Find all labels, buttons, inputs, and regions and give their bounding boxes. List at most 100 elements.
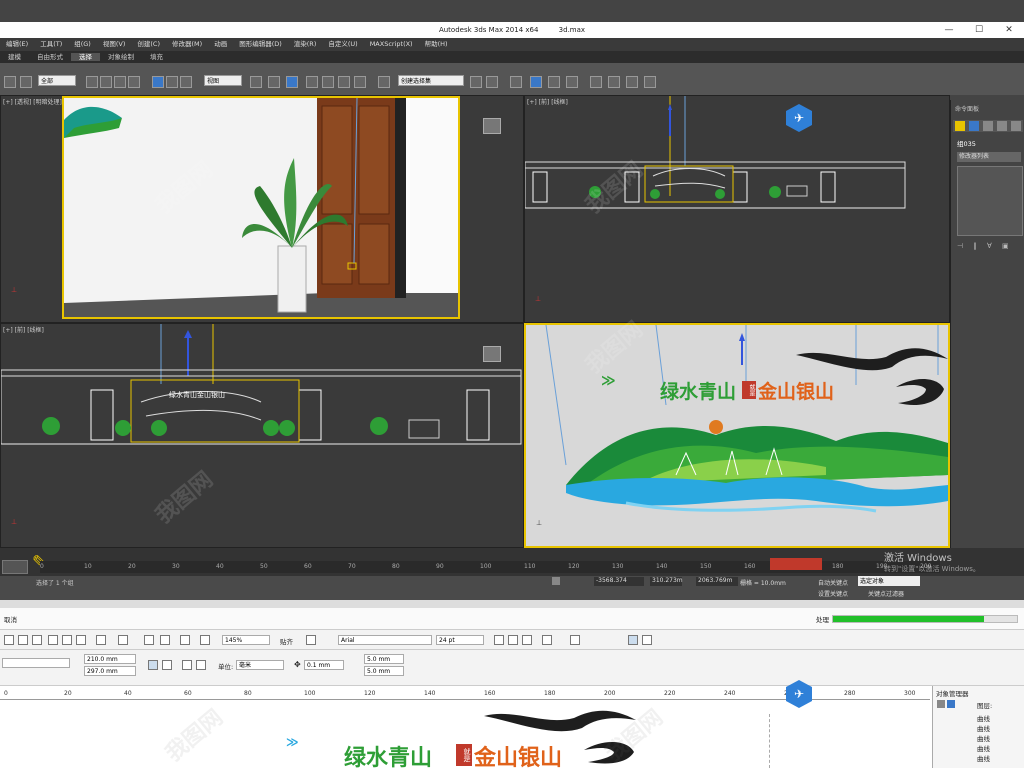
modifier-stack[interactable] (957, 166, 1023, 236)
landscape-icon[interactable] (162, 660, 172, 670)
select-rotate-icon[interactable] (166, 76, 178, 88)
undo-icon[interactable] (96, 635, 106, 645)
viewport-front-bottom[interactable]: [+] [前] [线框] ⊥ 绿水青山金山银山 (0, 323, 524, 548)
viewport-active-render[interactable]: ≫ ⊥ 绿水青山 就是 金山银山 (524, 323, 950, 548)
all-pages-icon[interactable] (182, 660, 192, 670)
duplicate-y-input[interactable]: 5.0 mm (364, 666, 404, 676)
menu-group[interactable]: 组(G) (74, 40, 91, 48)
object-item[interactable]: 曲线 (977, 724, 990, 734)
menu-modifiers[interactable]: 修改器(M) (172, 40, 202, 48)
window-crossing-icon[interactable] (128, 76, 140, 88)
spinner-snap-icon[interactable] (354, 76, 366, 88)
app-launcher-icon[interactable] (200, 635, 210, 645)
tab-selection[interactable]: 选择 (71, 53, 100, 61)
font-size-select[interactable]: 24 pt (436, 635, 484, 645)
render-setup-icon[interactable] (608, 76, 620, 88)
viewcube-icon[interactable] (483, 346, 501, 362)
options-icon[interactable] (306, 635, 316, 645)
underline-icon[interactable] (522, 635, 532, 645)
menu-graph-editors[interactable]: 图形编辑器(D) (239, 40, 282, 48)
keyboard-shortcut-icon[interactable] (286, 76, 298, 88)
select-scale-icon[interactable] (180, 76, 192, 88)
viewport-front-top[interactable]: [+] [前] [线框] ⊥ (524, 95, 950, 323)
cut-icon[interactable] (48, 635, 58, 645)
snaps-toggle-icon[interactable] (306, 76, 318, 88)
selection-filter-select[interactable]: 全部 (38, 75, 76, 86)
viewcube-icon[interactable] (483, 118, 501, 134)
paste-icon[interactable] (76, 635, 86, 645)
cancel-button[interactable]: 取消 (4, 614, 17, 624)
select-manipulate-icon[interactable] (268, 76, 280, 88)
page-size-select[interactable] (2, 658, 70, 668)
open-icon[interactable] (18, 635, 28, 645)
current-page-icon[interactable] (196, 660, 206, 670)
menu-animation[interactable]: 动画 (214, 40, 227, 48)
schematic-view-icon[interactable] (566, 76, 578, 88)
italic-icon[interactable] (508, 635, 518, 645)
reference-coord-select[interactable]: 视图 (204, 75, 242, 86)
object-item[interactable]: 曲线 (977, 744, 990, 754)
undo-icon[interactable] (4, 76, 16, 88)
rect-selection-icon[interactable] (114, 76, 126, 88)
maximize-button[interactable]: ☐ (964, 22, 994, 38)
select-by-name-icon[interactable] (100, 76, 112, 88)
create-tab-icon[interactable] (955, 121, 965, 131)
menu-tools[interactable]: 工具(T) (40, 40, 62, 48)
select-move-icon[interactable] (152, 76, 164, 88)
viewport-perspective[interactable]: [+] [透视] [明暗处理] ⊥ (0, 95, 524, 323)
bold-icon[interactable] (494, 635, 504, 645)
coord-x-field[interactable]: -3568.374 (594, 577, 644, 586)
new-icon[interactable] (4, 635, 14, 645)
edit-named-selection-icon[interactable] (378, 76, 390, 88)
menu-maxscript[interactable]: MAXScript(X) (370, 40, 413, 48)
export-icon[interactable] (160, 635, 170, 645)
render-production-icon[interactable] (644, 76, 656, 88)
menu-create[interactable]: 创建(C) (137, 40, 160, 48)
align-icon[interactable] (486, 76, 498, 88)
portrait-icon[interactable] (148, 660, 158, 670)
import-icon[interactable] (144, 635, 154, 645)
duplicate-x-input[interactable]: 5.0 mm (364, 654, 404, 664)
coord-z-field[interactable]: 2063.769m (696, 577, 738, 586)
link-icon[interactable] (20, 76, 32, 88)
copy-icon[interactable] (62, 635, 72, 645)
units-select[interactable]: 毫米 (236, 660, 284, 670)
playback-controls[interactable] (770, 558, 822, 570)
lock-icon[interactable] (552, 577, 560, 585)
pivot-center-icon[interactable] (250, 76, 262, 88)
key-filters-button[interactable]: 关键点过滤器 (868, 589, 904, 598)
tab-freeform[interactable]: 自由形式 (29, 53, 71, 61)
layer-manager-icon[interactable] (510, 76, 522, 88)
object-name-field[interactable]: 组035 (957, 138, 976, 148)
mirror-icon[interactable] (470, 76, 482, 88)
snap-to-menu[interactable]: 贴齐 (280, 636, 293, 646)
minimize-button[interactable]: — (934, 22, 964, 38)
modify-tab-icon[interactable] (969, 121, 979, 131)
percent-snap-icon[interactable] (338, 76, 350, 88)
viewport-label[interactable]: [+] [透视] [明暗处理] (3, 97, 62, 106)
stack-tools-icons[interactable]: ⊣ ‖ ∀ ▣ (957, 242, 1023, 252)
redo-icon[interactable] (118, 635, 128, 645)
modifier-list-select[interactable]: 修改器列表 (957, 152, 1021, 162)
layer-print-icon[interactable] (947, 700, 955, 708)
material-editor-icon[interactable] (590, 76, 602, 88)
page-width-input[interactable]: 210.0 mm (84, 654, 136, 664)
page-height-input[interactable]: 297.0 mm (84, 666, 136, 676)
angle-snap-icon[interactable] (322, 76, 334, 88)
select-object-icon[interactable] (86, 76, 98, 88)
font-select[interactable]: Arial (338, 635, 432, 645)
menu-rendering[interactable]: 渲染(R) (294, 40, 317, 48)
curve-editor-icon[interactable] (548, 76, 560, 88)
align-text-icon[interactable] (542, 635, 552, 645)
bullet-list-icon[interactable] (570, 635, 580, 645)
menu-views[interactable]: 视图(V) (103, 40, 126, 48)
rendered-frame-icon[interactable] (626, 76, 638, 88)
tab-modeling[interactable]: 建模 (0, 53, 29, 61)
auto-key-button[interactable]: 自动关键点 (818, 578, 848, 587)
time-slider[interactable] (2, 560, 28, 574)
coord-y-field[interactable]: 310.273m (650, 577, 683, 586)
object-item[interactable]: 曲线 (977, 714, 990, 724)
menu-customize[interactable]: 自定义(U) (328, 40, 357, 48)
menu-help[interactable]: 帮助(H) (425, 40, 448, 48)
print-icon[interactable] (32, 635, 42, 645)
